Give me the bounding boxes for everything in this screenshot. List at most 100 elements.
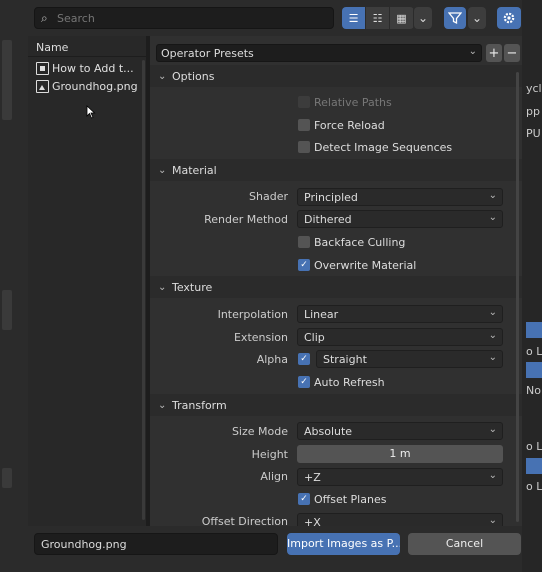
auto-refresh-checkbox[interactable]: ✓ Auto Refresh xyxy=(298,374,385,390)
checkbox-label: Detect Image Sequences xyxy=(314,140,453,154)
settings-button[interactable] xyxy=(497,7,521,29)
file-list-item[interactable]: Groundhog.png xyxy=(36,77,138,95)
section-title: Options xyxy=(172,69,215,83)
chevron-down-icon: ⌄ xyxy=(468,46,477,57)
size-mode-dropdown[interactable]: Absolute ⌄ xyxy=(297,422,503,440)
chevron-down-icon: ⌄ xyxy=(158,70,167,82)
search-input[interactable] xyxy=(57,10,327,26)
offset-direction-dropdown[interactable]: +X ⌄ xyxy=(297,513,503,526)
operator-presets-dropdown[interactable]: Operator Presets ⌄ xyxy=(156,44,482,62)
background-button xyxy=(526,362,542,378)
chevron-down-icon: ⌄ xyxy=(471,11,483,25)
dropdown-value: Absolute xyxy=(304,425,353,438)
file-name: Groundhog.png xyxy=(52,79,138,93)
alpha-checkbox[interactable]: ✓ xyxy=(298,351,310,367)
mouse-cursor-icon xyxy=(86,105,96,119)
backface-culling-checkbox[interactable]: Backface Culling xyxy=(298,234,405,250)
offset-planes-checkbox[interactable]: ✓ Offset Planes xyxy=(298,491,386,507)
background-scroll-strip xyxy=(2,40,12,120)
background-scroll-strip xyxy=(2,290,12,330)
background-text: pp xyxy=(526,105,540,118)
background-button xyxy=(526,322,542,338)
file-name: How to Add t... xyxy=(52,61,134,75)
chevron-down-icon: ⌄ xyxy=(158,399,167,411)
checkbox-box xyxy=(298,236,310,248)
header-divider xyxy=(28,56,146,57)
background-text: ycle xyxy=(526,82,542,95)
align-dropdown[interactable]: +Z ⌄ xyxy=(297,468,503,486)
shader-dropdown[interactable]: Principled ⌄ xyxy=(297,188,503,206)
image-icon xyxy=(36,79,49,93)
texture-section-header[interactable]: ⌄ Texture xyxy=(150,276,522,298)
add-preset-button[interactable]: + xyxy=(486,44,502,62)
alpha-mode-dropdown[interactable]: Straight ⌄ xyxy=(316,350,503,368)
checkmark-icon: ✓ xyxy=(298,259,310,271)
transform-section-header[interactable]: ⌄ Transform xyxy=(150,394,522,416)
render-method-dropdown[interactable]: Dithered ⌄ xyxy=(297,210,503,228)
search-icon: ⌕ xyxy=(41,11,48,25)
dropdown-value: Clip xyxy=(304,331,325,344)
checkmark-icon: ✓ xyxy=(298,493,310,505)
gear-icon xyxy=(503,12,515,24)
checkbox-box xyxy=(298,119,310,131)
import-images-button[interactable]: Import Images as P... xyxy=(287,533,400,555)
background-button xyxy=(526,458,542,474)
interpolation-dropdown[interactable]: Linear ⌄ xyxy=(297,305,503,323)
chevron-down-icon: ⌄ xyxy=(488,190,497,201)
overwrite-material-checkbox[interactable]: ✓ Overwrite Material xyxy=(298,257,416,273)
filter-icon xyxy=(448,12,462,25)
detect-image-sequences-checkbox[interactable]: Detect Image Sequences xyxy=(298,139,452,155)
search-field[interactable]: ⌕ xyxy=(34,7,334,29)
properties-scrollbar[interactable] xyxy=(516,72,519,522)
force-reload-checkbox[interactable]: Force Reload xyxy=(298,117,385,133)
list-vertical-icon[interactable]: ☰ xyxy=(342,7,366,29)
checkbox-label: Overwrite Material xyxy=(314,258,417,272)
list-horizontal-icon[interactable]: ☷ xyxy=(366,7,390,29)
checkbox-label: Force Reload xyxy=(314,118,385,132)
cancel-button[interactable]: Cancel xyxy=(408,533,521,555)
file-list-scrollbar[interactable] xyxy=(142,60,145,520)
dropdown-value: +Z xyxy=(304,471,321,484)
chevron-down-icon: ⌄ xyxy=(488,515,497,526)
background-text: PU xyxy=(526,127,541,140)
chevron-down-icon: ⌄ xyxy=(488,470,497,481)
remove-preset-button[interactable]: − xyxy=(504,44,520,62)
material-section-header[interactable]: ⌄ Material xyxy=(150,159,522,181)
alpha-label: Alpha xyxy=(256,353,288,366)
checkbox-label: Offset Planes xyxy=(314,492,387,506)
dropdown-value: Linear xyxy=(304,308,339,321)
filter-settings-dropdown[interactable]: ⌄ xyxy=(468,7,486,29)
display-mode-group: ☰ ☷ ▦ xyxy=(342,7,414,29)
extension-dropdown[interactable]: Clip ⌄ xyxy=(297,328,503,346)
chevron-down-icon: ⌄ xyxy=(158,164,167,176)
chevron-down-icon: ⌄ xyxy=(158,281,167,293)
height-field[interactable]: 1 m xyxy=(297,445,503,463)
checkbox-box xyxy=(298,141,310,153)
background-text: o L xyxy=(526,440,542,453)
dropdown-value: Dithered xyxy=(304,213,352,226)
filter-toggle[interactable] xyxy=(444,7,466,29)
render-method-label: Render Method xyxy=(204,213,288,226)
section-title: Texture xyxy=(172,280,213,294)
operator-properties-panel: Operator Presets ⌄ + − ⌄ Options Relativ… xyxy=(150,36,522,526)
thumbnails-icon[interactable]: ▦ xyxy=(390,7,414,29)
checkbox-label: Auto Refresh xyxy=(314,375,385,389)
chevron-down-icon: ⌄ xyxy=(488,352,497,363)
interpolation-label: Interpolation xyxy=(217,308,288,321)
relative-paths-checkbox[interactable]: Relative Paths xyxy=(298,94,392,110)
background-text: o L xyxy=(526,480,542,493)
operator-presets-label: Operator Presets xyxy=(161,47,254,60)
options-section-header[interactable]: ⌄ Options xyxy=(150,65,522,87)
checkbox-label: Relative Paths xyxy=(314,95,392,109)
background-right-panel: ycle pp PU o L No o L o L xyxy=(522,0,542,572)
shader-label: Shader xyxy=(249,190,288,203)
section-title: Transform xyxy=(172,398,227,412)
display-settings-dropdown[interactable]: ⌄ xyxy=(414,7,432,29)
checkbox-label: Backface Culling xyxy=(314,235,406,249)
checkmark-icon: ✓ xyxy=(298,353,310,365)
file-list-item[interactable]: How to Add t... xyxy=(36,59,134,77)
chevron-down-icon: ⌄ xyxy=(488,424,497,435)
name-column-header[interactable]: Name xyxy=(36,41,68,54)
filename-field[interactable]: Groundhog.png xyxy=(34,533,278,555)
background-scroll-strip xyxy=(2,468,12,488)
